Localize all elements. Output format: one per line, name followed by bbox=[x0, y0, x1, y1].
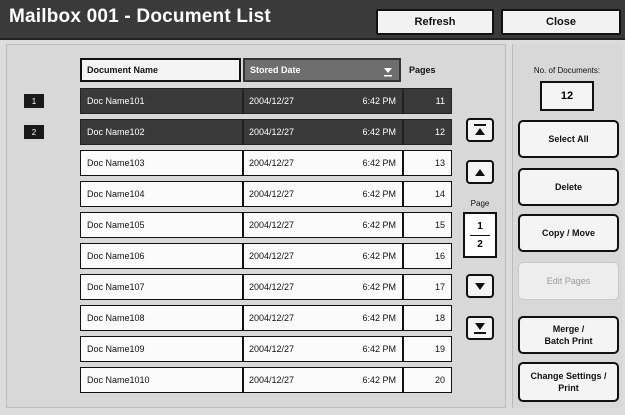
row-date: 2004/12/27 bbox=[249, 313, 295, 323]
row-stored-date: 2004/12/27 6:42 PM bbox=[243, 243, 403, 269]
row-time: 6:42 PM bbox=[362, 96, 396, 106]
merge-batch-print-button[interactable]: Merge / Batch Print bbox=[518, 316, 619, 354]
column-header-document-name[interactable]: Document Name bbox=[80, 58, 241, 82]
select-all-button[interactable]: Select All bbox=[518, 120, 619, 158]
row-date: 2004/12/27 bbox=[249, 189, 295, 199]
title-bar: Mailbox 001 - Document List Refresh Clos… bbox=[0, 0, 625, 40]
row-stored-date: 2004/12/27 6:42 PM bbox=[243, 88, 403, 114]
scroll-bottom-icon bbox=[474, 323, 486, 334]
row-document-name: Doc Name101 bbox=[80, 88, 243, 114]
delete-button[interactable]: Delete bbox=[518, 168, 619, 206]
row-stored-date: 2004/12/27 6:42 PM bbox=[243, 367, 403, 393]
table-row[interactable]: Doc Name102 2004/12/27 6:42 PM 12 bbox=[80, 119, 452, 145]
column-header-stored-date[interactable]: Stored Date bbox=[243, 58, 401, 82]
refresh-button[interactable]: Refresh bbox=[376, 9, 494, 35]
row-date: 2004/12/27 bbox=[249, 158, 295, 168]
row-date: 2004/12/27 bbox=[249, 220, 295, 230]
scroll-up-icon bbox=[475, 169, 485, 176]
row-time: 6:42 PM bbox=[362, 189, 396, 199]
row-pages: 12 bbox=[403, 119, 452, 145]
row-stored-date: 2004/12/27 6:42 PM bbox=[243, 181, 403, 207]
table-row[interactable]: Doc Name108 2004/12/27 6:42 PM 18 bbox=[80, 305, 452, 331]
table-row[interactable]: Doc Name109 2004/12/27 6:42 PM 19 bbox=[80, 336, 452, 362]
document-count-label: No. of Documents: bbox=[533, 66, 601, 75]
table-row[interactable]: Doc Name101 2004/12/27 6:42 PM 11 bbox=[80, 88, 452, 114]
row-time: 6:42 PM bbox=[362, 158, 396, 168]
selection-marker: 2 bbox=[24, 125, 44, 139]
row-stored-date: 2004/12/27 6:42 PM bbox=[243, 119, 403, 145]
row-date: 2004/12/27 bbox=[249, 251, 295, 261]
total-pages: 2 bbox=[477, 238, 483, 250]
scroll-down-button[interactable] bbox=[466, 274, 494, 298]
sort-descending-icon bbox=[382, 63, 394, 79]
row-stored-date: 2004/12/27 6:42 PM bbox=[243, 212, 403, 238]
row-pages: 13 bbox=[403, 150, 452, 176]
selection-marker: 1 bbox=[24, 94, 44, 108]
column-header-label: Pages bbox=[409, 65, 436, 75]
screen-title: Mailbox 001 - Document List bbox=[9, 6, 271, 27]
row-pages: 18 bbox=[403, 305, 452, 331]
row-pages: 17 bbox=[403, 274, 452, 300]
row-document-name: Doc Name107 bbox=[80, 274, 243, 300]
edit-pages-button[interactable]: Edit Pages bbox=[518, 262, 619, 300]
button-label-line: Change Settings / bbox=[530, 371, 607, 381]
row-document-name: Doc Name106 bbox=[80, 243, 243, 269]
scroll-top-button[interactable] bbox=[466, 118, 494, 142]
row-time: 6:42 PM bbox=[362, 251, 396, 261]
table-row[interactable]: Doc Name105 2004/12/27 6:42 PM 15 bbox=[80, 212, 452, 238]
row-pages: 19 bbox=[403, 336, 452, 362]
row-date: 2004/12/27 bbox=[249, 127, 295, 137]
row-date: 2004/12/27 bbox=[249, 344, 295, 354]
row-stored-date: 2004/12/27 6:42 PM bbox=[243, 150, 403, 176]
row-time: 6:42 PM bbox=[362, 220, 396, 230]
scroll-top-icon bbox=[474, 124, 486, 135]
row-pages: 11 bbox=[403, 88, 452, 114]
table-row[interactable]: Doc Name1010 2004/12/27 6:42 PM 20 bbox=[80, 367, 452, 393]
page-label: Page bbox=[470, 199, 490, 208]
document-count-value: 12 bbox=[540, 81, 594, 111]
row-document-name: Doc Name109 bbox=[80, 336, 243, 362]
change-settings-print-button[interactable]: Change Settings / Print bbox=[518, 362, 619, 402]
copy-move-button[interactable]: Copy / Move bbox=[518, 214, 619, 252]
column-header-label: Stored Date bbox=[250, 65, 301, 75]
page-indicator: 1 2 bbox=[463, 212, 497, 258]
scroll-down-icon bbox=[475, 283, 485, 290]
row-pages: 20 bbox=[403, 367, 452, 393]
table-row[interactable]: Doc Name107 2004/12/27 6:42 PM 17 bbox=[80, 274, 452, 300]
row-document-name: Doc Name103 bbox=[80, 150, 243, 176]
table-row[interactable]: Doc Name103 2004/12/27 6:42 PM 13 bbox=[80, 150, 452, 176]
scroll-bottom-button[interactable] bbox=[466, 316, 494, 340]
close-button[interactable]: Close bbox=[501, 9, 621, 35]
row-date: 2004/12/27 bbox=[249, 375, 295, 385]
row-pages: 15 bbox=[403, 212, 452, 238]
row-time: 6:42 PM bbox=[362, 344, 396, 354]
row-document-name: Doc Name1010 bbox=[80, 367, 243, 393]
row-document-name: Doc Name104 bbox=[80, 181, 243, 207]
row-time: 6:42 PM bbox=[362, 313, 396, 323]
table-row[interactable]: Doc Name104 2004/12/27 6:42 PM 14 bbox=[80, 181, 452, 207]
current-page: 1 bbox=[477, 220, 483, 232]
scroll-up-button[interactable] bbox=[466, 160, 494, 184]
row-stored-date: 2004/12/27 6:42 PM bbox=[243, 305, 403, 331]
button-label-line: Batch Print bbox=[544, 336, 593, 346]
row-document-name: Doc Name105 bbox=[80, 212, 243, 238]
row-time: 6:42 PM bbox=[362, 127, 396, 137]
column-header-label: Document Name bbox=[87, 65, 159, 75]
row-date: 2004/12/27 bbox=[249, 282, 295, 292]
column-header-pages: Pages bbox=[404, 58, 450, 82]
row-pages: 14 bbox=[403, 181, 452, 207]
row-document-name: Doc Name108 bbox=[80, 305, 243, 331]
row-date: 2004/12/27 bbox=[249, 96, 295, 106]
button-label-line: Print bbox=[558, 383, 579, 393]
button-label-line: Merge / bbox=[552, 324, 585, 334]
table-row[interactable]: Doc Name106 2004/12/27 6:42 PM 16 bbox=[80, 243, 452, 269]
row-stored-date: 2004/12/27 6:42 PM bbox=[243, 274, 403, 300]
document-list-screen: Mailbox 001 - Document List Refresh Clos… bbox=[0, 0, 625, 415]
page-divider bbox=[470, 234, 490, 236]
row-time: 6:42 PM bbox=[362, 375, 396, 385]
row-stored-date: 2004/12/27 6:42 PM bbox=[243, 336, 403, 362]
row-document-name: Doc Name102 bbox=[80, 119, 243, 145]
row-pages: 16 bbox=[403, 243, 452, 269]
row-time: 6:42 PM bbox=[362, 282, 396, 292]
